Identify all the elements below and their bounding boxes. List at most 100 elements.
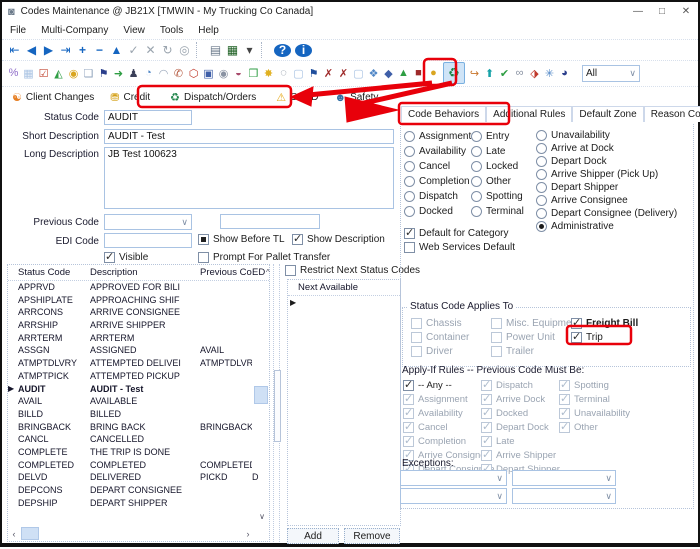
table-row[interactable]: CANCLCANCELLED [8, 433, 269, 446]
print-icon[interactable]: ▤ [207, 42, 224, 58]
table-row[interactable]: ATMPTPICKATTEMPTED PICKUP [8, 370, 269, 383]
show-before-tl-checkbox[interactable]: Show Before TL [198, 234, 285, 245]
applies-to-trip[interactable]: Trip [571, 330, 638, 344]
table-row-selected[interactable]: ▶AUDITAUDIT - Test [8, 383, 269, 396]
table-row[interactable]: BRINGBACKBRING BACKBRINGBACK [8, 421, 269, 434]
tab-os-d[interactable]: ⚠OS&D [270, 89, 324, 106]
magnifier-icon[interactable]: ◌ [276, 65, 291, 81]
grid-icon[interactable]: ▦ [21, 65, 36, 81]
column-previous-code[interactable]: Previous Code [200, 267, 252, 278]
behavior-radio-other[interactable]: Other [471, 174, 524, 189]
share-icon[interactable]: ⬡ [186, 65, 201, 81]
up-arrow-icon[interactable]: ⬆ [482, 65, 497, 81]
save-icon[interactable]: ✓ [125, 42, 142, 58]
calendar-check-icon[interactable]: ☑ [36, 65, 51, 81]
behavior-radio-dispatch[interactable]: Dispatch [404, 189, 471, 204]
exception-combo-2[interactable]: ∨ [512, 470, 616, 486]
phone-icon[interactable]: ✆ [171, 65, 186, 81]
horizontal-scrollbar[interactable]: ‹ › [9, 527, 253, 540]
table-row[interactable]: AVAILAVAILABLE [8, 395, 269, 408]
table-row[interactable]: COMPLETEDCOMPLETEDCOMPLETED [8, 459, 269, 472]
exception-combo-4[interactable]: ∨ [512, 488, 616, 504]
green-check-icon[interactable]: ✔ [497, 65, 512, 81]
clock-check-icon[interactable]: ◔ [141, 65, 156, 81]
table-row[interactable]: APPRVDAPPROVED FOR BILI [8, 281, 269, 294]
table-row[interactable]: COMPLETETHE TRIP IS DONE [8, 446, 269, 459]
table-row[interactable]: ARRTERMARRTERM [8, 332, 269, 345]
behavior-radio-terminal[interactable]: Terminal [471, 204, 524, 219]
behavior-radio-depart-consignee-delivery[interactable]: Depart Consignee (Delivery) [536, 207, 677, 220]
camera-icon[interactable]: ◉ [216, 65, 231, 81]
minimize-button[interactable]: — [626, 6, 650, 17]
table-row[interactable]: ARRCONSARRIVE CONSIGNEE [8, 306, 269, 319]
coin-icon[interactable]: ● [426, 65, 441, 81]
percent-icon[interactable]: % [6, 65, 21, 81]
chart-icon[interactable]: ◭ [51, 65, 66, 81]
lamp-icon[interactable]: ✸ [261, 65, 276, 81]
behavior-radio-arrive-shipper-pick-up[interactable]: Arrive Shipper (Pick Up) [536, 168, 677, 181]
table-header[interactable]: Status Code Description Previous Code ED… [8, 265, 269, 281]
behavior-radio-unavailability[interactable]: Unavailability [536, 129, 677, 142]
close-button[interactable]: ✕ [674, 6, 698, 17]
behavior-radio-entry[interactable]: Entry [471, 129, 524, 144]
behavior-radio-arrive-consignee[interactable]: Arrive Consignee [536, 194, 677, 207]
scroll-right-icon[interactable]: › [243, 529, 253, 539]
previous-code-combo[interactable]: ∨ [104, 214, 192, 230]
table-row[interactable]: BILLDBILLED [8, 408, 269, 421]
exception-combo-3[interactable]: ∨ [400, 488, 507, 504]
first-record-icon[interactable]: ⇤ [6, 42, 23, 58]
behavior-radio-cancel[interactable]: Cancel [404, 159, 471, 174]
add-button[interactable]: Add [287, 528, 339, 544]
asterisk-icon[interactable]: ✳ [542, 65, 557, 81]
scroll-down-icon[interactable]: ∨ [256, 511, 268, 523]
next-record-icon[interactable]: ▶ [40, 42, 57, 58]
column-status-code[interactable]: Status Code [18, 267, 90, 278]
find-icon[interactable]: ◎ [176, 42, 193, 58]
behavior-radio-docked[interactable]: Docked [404, 204, 471, 219]
subtab-default-zone[interactable]: Default Zone [572, 106, 643, 122]
behavior-radio-availability[interactable]: Availability [404, 144, 471, 159]
vertical-scrollbar-thumb[interactable] [254, 386, 268, 404]
status-code-input[interactable] [104, 110, 192, 125]
show-description-checkbox[interactable]: Show Description [292, 234, 385, 245]
globe-icon[interactable]: ◕ [557, 65, 572, 81]
window2-icon[interactable]: ▢ [351, 65, 366, 81]
behavior-radio-administrative[interactable]: Administrative [536, 220, 677, 233]
collapse-icon[interactable]: ▲ [108, 42, 125, 58]
gauge-icon[interactable]: ◠ [156, 65, 171, 81]
prompt-pallet-checkbox[interactable]: Prompt For Pallet Transfer [198, 252, 330, 263]
table-row[interactable]: DEPCONSDEPART CONSIGNEE [8, 484, 269, 497]
red-square-icon[interactable]: ■ [411, 65, 426, 81]
table-row[interactable]: DEPSHIPDEPART SHIPPER [8, 497, 269, 510]
menu-help[interactable]: Help [198, 25, 219, 36]
menu-multi-company[interactable]: Multi-Company [41, 25, 108, 36]
red-car-icon[interactable]: ⬗ [527, 65, 542, 81]
delete-record-icon[interactable]: − [91, 42, 108, 58]
exception-combo-1[interactable]: ∨ [400, 470, 507, 486]
tab-dispatch-orders[interactable]: ♻Dispatch/Orders [160, 89, 266, 106]
clipboard-shield-icon[interactable]: ▣ [201, 65, 216, 81]
cross-tool-icon[interactable]: ✗ [321, 65, 336, 81]
subtab-reason-codes[interactable]: Reason Codes [644, 106, 700, 122]
codes-filter-combo[interactable]: All∨ [582, 65, 640, 82]
remove-button[interactable]: Remove [344, 528, 400, 544]
default-checkbox-web-services-default[interactable]: Web Services Default [404, 240, 515, 254]
table-row[interactable]: ATMPTDLVRYATTEMPTED DELIVEIATMPTDLVRY [8, 357, 269, 370]
previous-record-icon[interactable]: ◀ [23, 42, 40, 58]
pages-icon[interactable]: ❏ [81, 65, 96, 81]
menu-view[interactable]: View [123, 25, 145, 36]
tab-credit[interactable]: ⛃Credit [104, 89, 156, 106]
add-record-icon[interactable]: + [74, 42, 91, 58]
driver-icon[interactable]: ♟ [126, 65, 141, 81]
behavior-radio-locked[interactable]: Locked [471, 159, 524, 174]
long-description-input[interactable]: JB Test 100623 [104, 147, 394, 209]
table-row[interactable]: DELVDDELIVEREDPICKDD [8, 471, 269, 484]
applies-to-freight-bill[interactable]: Freight Bill [571, 316, 638, 330]
subtab-additional-rules[interactable]: Additional Rules [486, 106, 572, 122]
triangle-icon[interactable]: ▲ [396, 65, 411, 81]
behavior-radio-spotting[interactable]: Spotting [471, 189, 524, 204]
dispatch-orders-toolbar-icon[interactable]: ♻ [443, 62, 465, 84]
scroll-left-icon[interactable]: ‹ [9, 529, 19, 539]
sort-ascending-icon[interactable]: ^ [266, 268, 270, 277]
maximize-button[interactable]: □ [650, 6, 674, 17]
